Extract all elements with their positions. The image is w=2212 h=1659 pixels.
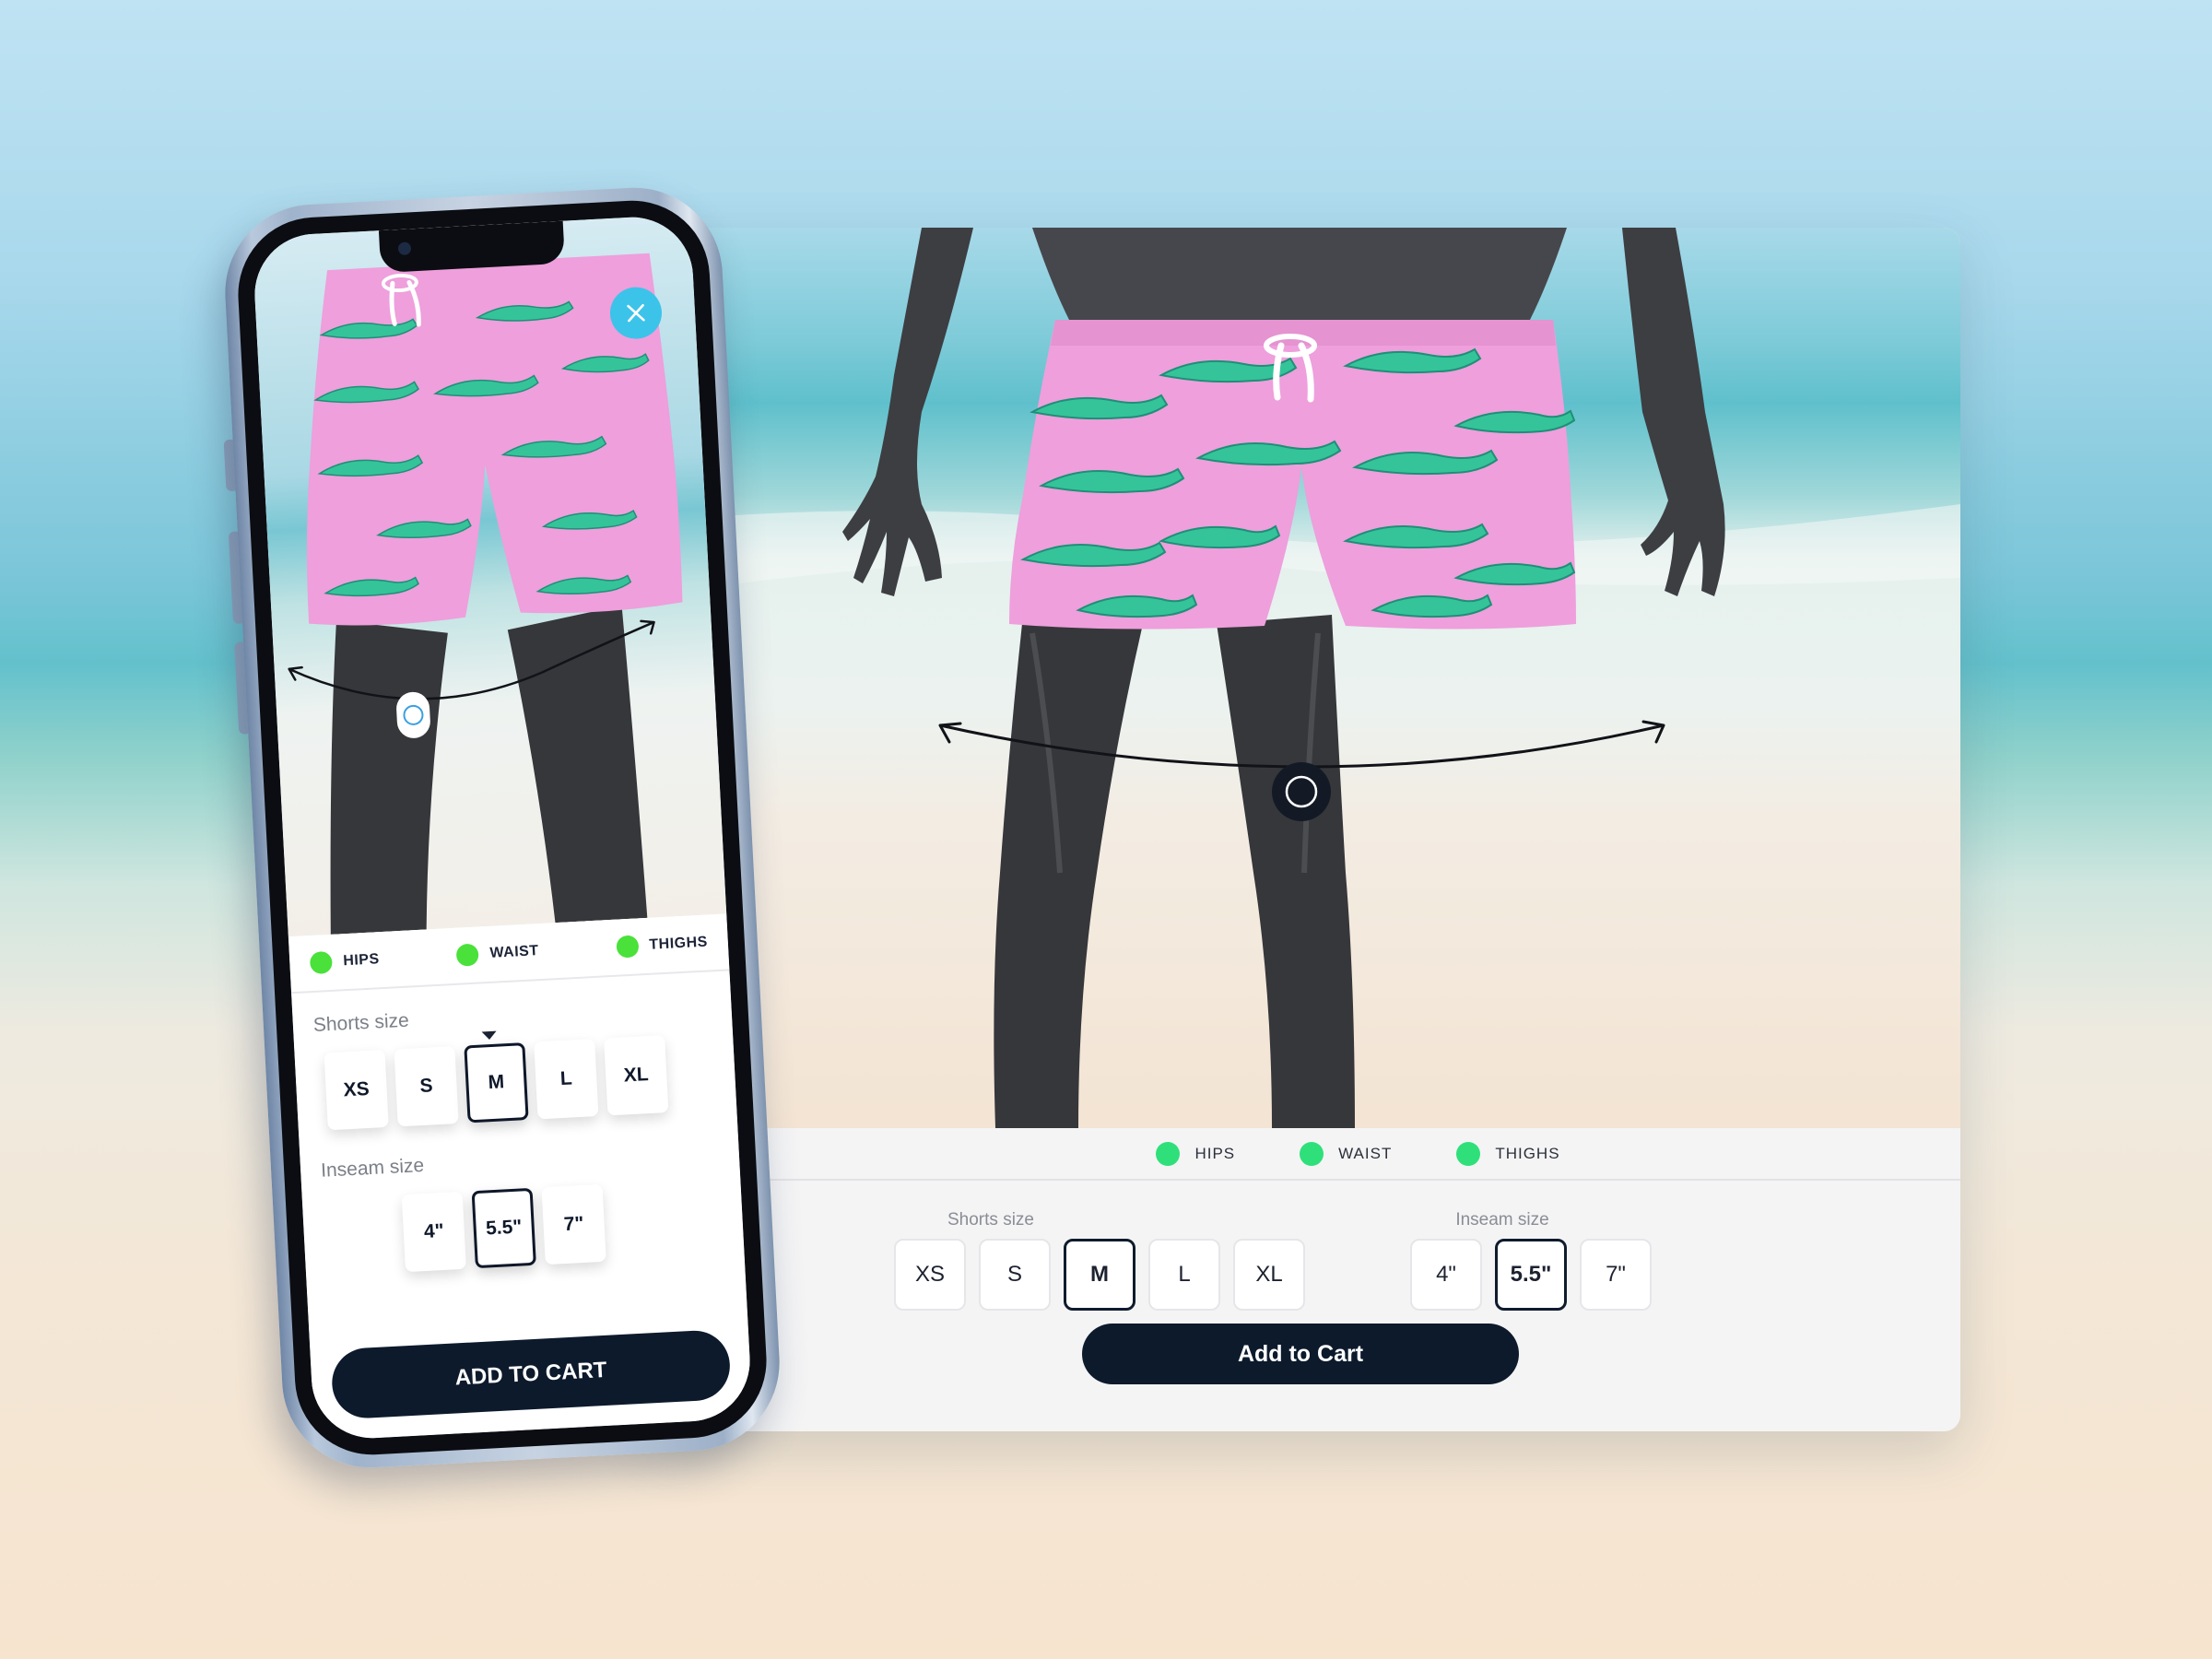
fit-indicator-dot [1156, 1141, 1181, 1166]
desktop-try-on-card: HIPS WAIST THIGHS Shorts size XS S M L X… [645, 228, 1960, 1431]
shorts-size-options: XS S M L XL [894, 1239, 1305, 1311]
try-on-viewer [645, 228, 1960, 1128]
add-to-cart-button[interactable]: Add to Cart [1082, 1324, 1519, 1384]
measure-handle-icon[interactable] [394, 689, 433, 741]
size-option-xl[interactable]: XL [604, 1035, 669, 1116]
fit-indicator-dot [1456, 1141, 1481, 1166]
shorts-size-title: Shorts size [947, 1210, 1034, 1230]
size-option-m[interactable]: M [464, 1042, 529, 1124]
inseam-option-5-5[interactable]: 5.5" [471, 1187, 536, 1269]
legend-label: THIGHS [648, 934, 709, 953]
inseam-size-title: Inseam size [1455, 1210, 1549, 1230]
selected-size-caret [481, 1030, 498, 1041]
mannequin-scene [645, 228, 1960, 1128]
size-panel: HIPS WAIST THIGHS Shorts size XS S M L X… [645, 1128, 1960, 1431]
legend-label: HIPS [342, 951, 381, 970]
legend-waist[interactable]: WAIST [455, 940, 540, 967]
size-option-xs[interactable]: XS [324, 1050, 389, 1131]
inseam-size-title: Inseam size [320, 1154, 425, 1182]
phone-screen: HIPS WAIST THIGHS Shorts size XS S M L X… [252, 214, 753, 1441]
legend-label: WAIST [1338, 1144, 1393, 1162]
phone-size-panel: HIPS WAIST THIGHS Shorts size XS S M L X… [288, 913, 753, 1441]
inseam-option-7[interactable]: 7" [1580, 1239, 1652, 1311]
size-option-s[interactable]: S [394, 1046, 459, 1127]
legend-hips[interactable]: HIPS [1156, 1141, 1236, 1166]
fit-indicator-dot [455, 943, 480, 967]
size-option-xs[interactable]: XS [894, 1239, 966, 1311]
measure-handle-icon[interactable] [1270, 760, 1333, 823]
close-icon [627, 303, 645, 323]
legend-thighs[interactable]: THIGHS [1456, 1141, 1560, 1166]
shorts-size-title: Shorts size [312, 1009, 410, 1037]
inseam-size-options: 4" 5.5" 7" [1410, 1239, 1652, 1311]
size-option-l[interactable]: L [534, 1039, 599, 1120]
inseam-option-7[interactable]: 7" [541, 1183, 606, 1265]
inseam-size-options: 4" 5.5" 7" [401, 1183, 606, 1273]
size-option-m[interactable]: M [1064, 1239, 1135, 1311]
fit-indicator-dot [615, 935, 640, 959]
legend-waist[interactable]: WAIST [1300, 1141, 1393, 1166]
inseam-option-4[interactable]: 4" [401, 1191, 466, 1273]
size-option-s[interactable]: S [979, 1239, 1051, 1311]
add-to-cart-button[interactable]: ADD TO CART [330, 1328, 732, 1420]
legend-label: THIGHS [1495, 1144, 1560, 1162]
fit-indicator-dot [1300, 1141, 1324, 1166]
legend-label: HIPS [1194, 1144, 1236, 1162]
inseam-option-4[interactable]: 4" [1410, 1239, 1482, 1311]
shorts-size-options: XS S M L XL [324, 1035, 669, 1131]
legend-thighs[interactable]: THIGHS [615, 932, 709, 959]
phone-mockup: HIPS WAIST THIGHS Shorts size XS S M L X… [220, 182, 784, 1473]
inseam-option-5-5[interactable]: 5.5" [1495, 1239, 1567, 1311]
legend-label: WAIST [489, 943, 540, 961]
measurement-legend: HIPS WAIST THIGHS [645, 1128, 1960, 1181]
size-option-xl[interactable]: XL [1233, 1239, 1305, 1311]
legend-hips[interactable]: HIPS [309, 948, 381, 975]
fit-indicator-dot [309, 950, 334, 975]
size-option-l[interactable]: L [1148, 1239, 1220, 1311]
